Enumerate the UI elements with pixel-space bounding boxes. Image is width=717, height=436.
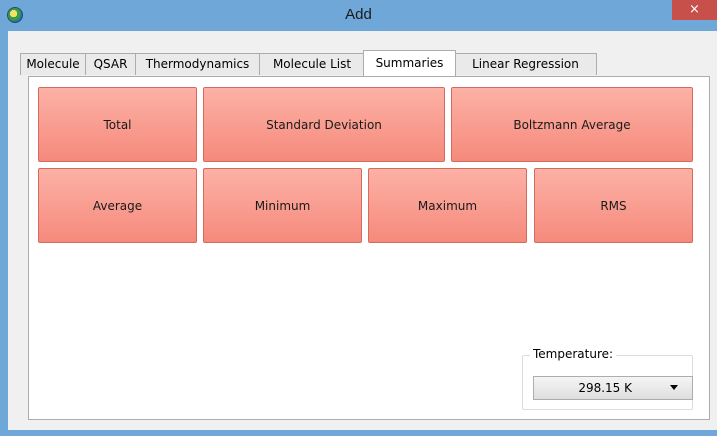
minimum-button[interactable]: Minimum <box>203 168 362 243</box>
temperature-dropdown[interactable]: 298.15 K <box>533 376 693 400</box>
tab-molecule-list[interactable]: Molecule List <box>259 53 365 75</box>
tab-summaries[interactable]: Summaries <box>363 50 456 76</box>
dropdown-arrow-icon <box>670 385 678 390</box>
window-title: Add <box>345 6 372 23</box>
maximum-button[interactable]: Maximum <box>368 168 527 243</box>
temperature-label: Temperature: <box>530 347 617 361</box>
title-bar[interactable]: Add × <box>0 0 717 31</box>
close-button[interactable]: × <box>672 0 717 20</box>
tab-thermodynamics[interactable]: Thermodynamics <box>135 53 260 75</box>
rms-button[interactable]: RMS <box>534 168 693 243</box>
temperature-value: 298.15 K <box>578 381 632 395</box>
tab-molecule[interactable]: Molecule <box>20 53 86 75</box>
tab-qsar[interactable]: QSAR <box>85 53 136 75</box>
boltzmann-average-button[interactable]: Boltzmann Average <box>451 87 693 162</box>
average-button[interactable]: Average <box>38 168 197 243</box>
total-button[interactable]: Total <box>38 87 197 162</box>
tab-linear-regression[interactable]: Linear Regression <box>454 53 597 75</box>
standard-deviation-button[interactable]: Standard Deviation <box>203 87 445 162</box>
